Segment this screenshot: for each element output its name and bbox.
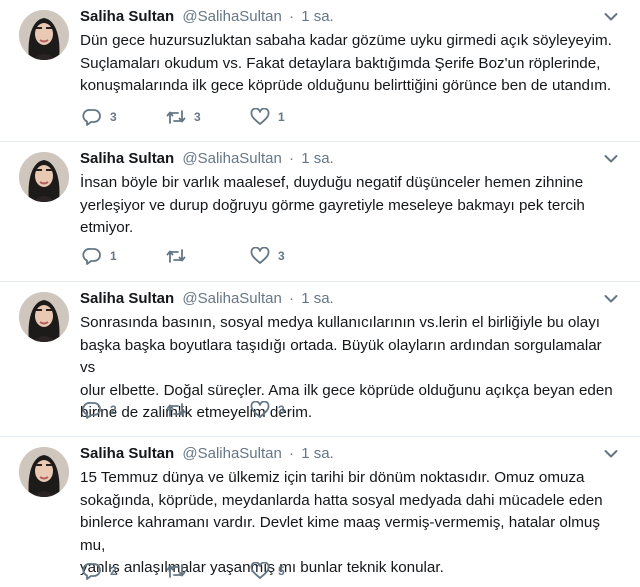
heart-icon (250, 108, 270, 125)
author-name[interactable]: Saliha Sultan (80, 445, 174, 462)
retweet-button[interactable] (166, 247, 250, 265)
reply-icon (82, 563, 101, 580)
heart-icon (250, 247, 270, 264)
tweet-text: Dün gece huzursuzluktan sabaha kadar göz… (80, 32, 612, 95)
avatar[interactable] (19, 10, 69, 60)
like-button[interactable]: 5 (250, 562, 334, 580)
like-count: 3 (278, 249, 285, 263)
avatar-image (19, 152, 69, 202)
reply-icon (82, 402, 101, 419)
heart-icon (250, 562, 270, 579)
tweet-text: İnsan böyle bir varlık maalesef, duyduğu… (80, 174, 585, 237)
author-handle[interactable]: @SalihaSultan (182, 290, 281, 307)
tweet-header: Saliha Sultan @SalihaSultan · 1 sa. (80, 289, 334, 309)
retweet-button[interactable] (166, 401, 250, 419)
reply-icon (82, 248, 101, 265)
like-count: 1 (278, 110, 285, 124)
heart-icon (250, 401, 270, 418)
tweet-header: Saliha Sultan @SalihaSultan · 1 sa. (80, 7, 334, 27)
author-name[interactable]: Saliha Sultan (80, 290, 174, 307)
retweet-button[interactable] (166, 562, 250, 580)
retweet-count: 3 (194, 110, 201, 124)
tweet[interactable]: Saliha Sultan @SalihaSultan · 1 sa. İnsa… (0, 142, 640, 282)
author-name[interactable]: Saliha Sultan (80, 150, 174, 167)
reply-count: 2 (110, 564, 117, 578)
tweet-header: Saliha Sultan @SalihaSultan · 1 sa. (80, 149, 334, 169)
reply-count: 2 (110, 403, 117, 417)
timestamp[interactable]: 1 sa. (301, 8, 334, 25)
tweet-actions: 3 3 1 (82, 107, 334, 127)
author-handle[interactable]: @SalihaSultan (182, 150, 281, 167)
retweet-icon (166, 110, 186, 124)
avatar-image (19, 292, 69, 342)
reply-count: 1 (110, 249, 117, 263)
tweet[interactable]: Saliha Sultan @SalihaSultan · 1 sa. 15 T… (0, 437, 640, 587)
separator: · (289, 150, 295, 167)
chevron-down-icon[interactable] (604, 154, 618, 164)
retweet-icon (166, 403, 186, 417)
avatar[interactable] (19, 447, 69, 497)
tweet-actions: 2 3 (82, 400, 334, 420)
timestamp[interactable]: 1 sa. (301, 150, 334, 167)
tweet-actions: 1 3 (82, 246, 334, 266)
reply-icon (82, 109, 101, 126)
avatar[interactable] (19, 292, 69, 342)
chevron-down-icon[interactable] (604, 449, 618, 459)
reply-button[interactable]: 2 (82, 401, 166, 419)
timestamp[interactable]: 1 sa. (301, 445, 334, 462)
tweet-feed: Saliha Sultan @SalihaSultan · 1 sa. Dün … (0, 0, 640, 587)
chevron-down-icon[interactable] (604, 12, 618, 22)
like-button[interactable]: 1 (250, 108, 334, 126)
retweet-icon (166, 564, 186, 578)
author-name[interactable]: Saliha Sultan (80, 8, 174, 25)
like-button[interactable]: 3 (250, 247, 334, 265)
retweet-button[interactable]: 3 (166, 108, 250, 126)
chevron-down-icon[interactable] (604, 294, 618, 304)
tweet[interactable]: Saliha Sultan @SalihaSultan · 1 sa. Dün … (0, 0, 640, 142)
author-handle[interactable]: @SalihaSultan (182, 445, 281, 462)
tweet-header: Saliha Sultan @SalihaSultan · 1 sa. (80, 444, 334, 464)
tweet-actions: 2 5 (82, 561, 334, 581)
avatar[interactable] (19, 152, 69, 202)
like-count: 3 (278, 403, 285, 417)
retweet-icon (166, 249, 186, 263)
reply-button[interactable]: 3 (82, 108, 166, 126)
separator: · (289, 290, 295, 307)
timestamp[interactable]: 1 sa. (301, 290, 334, 307)
separator: · (289, 445, 295, 462)
avatar-image (19, 447, 69, 497)
separator: · (289, 8, 295, 25)
reply-button[interactable]: 2 (82, 562, 166, 580)
like-button[interactable]: 3 (250, 401, 334, 419)
tweet[interactable]: Saliha Sultan @SalihaSultan · 1 sa. Sonr… (0, 282, 640, 437)
like-count: 5 (278, 564, 285, 578)
author-handle[interactable]: @SalihaSultan (182, 8, 281, 25)
avatar-image (19, 10, 69, 60)
reply-count: 3 (110, 110, 117, 124)
reply-button[interactable]: 1 (82, 247, 166, 265)
